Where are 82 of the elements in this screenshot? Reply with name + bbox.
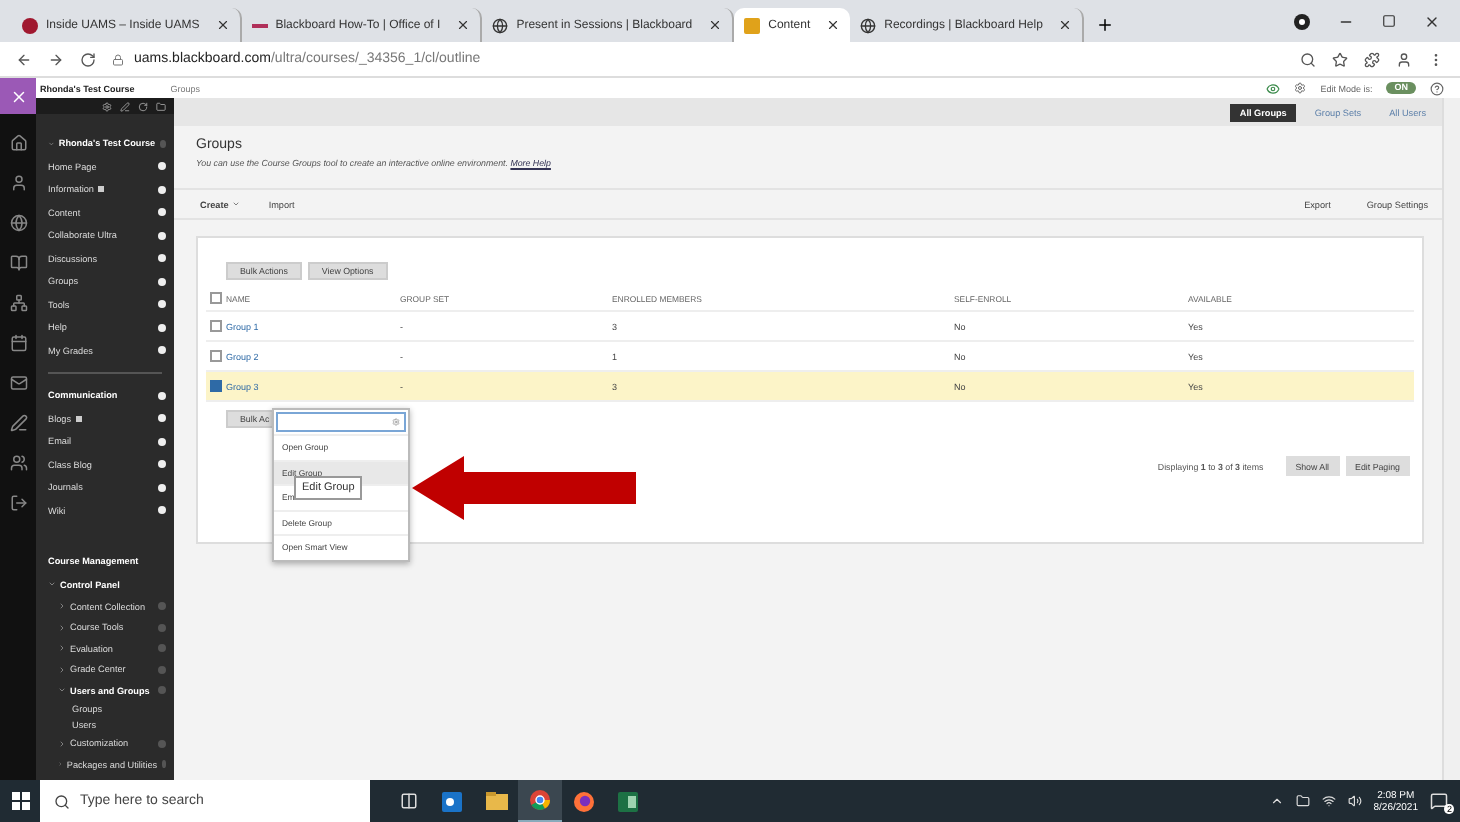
dot-icon [158,254,166,263]
dot-icon [158,391,166,400]
close-icon[interactable] [708,18,723,32]
calendar-icon[interactable] [9,334,27,352]
dot-icon [158,460,166,469]
dot-icon [158,414,166,423]
close-icon[interactable] [215,18,230,32]
dot-icon [158,437,166,446]
star-icon[interactable] [1332,51,1348,67]
dot-icon [158,623,166,632]
person-icon[interactable] [9,174,27,192]
logout-icon[interactable] [9,494,27,512]
profile-icon[interactable] [1396,51,1412,67]
dot-icon [158,346,166,355]
folder-icon[interactable] [485,792,507,810]
network-icon[interactable] [1321,794,1336,808]
dot-icon [158,506,166,515]
dot-icon [158,162,166,171]
help-icon[interactable] [1430,81,1444,95]
search-icon[interactable] [1300,51,1316,67]
dot-icon [158,686,166,695]
folder-icon[interactable] [156,101,166,111]
fox-browser-icon[interactable] [574,791,594,811]
eye-icon[interactable] [1266,81,1281,95]
people-icon[interactable] [9,454,27,472]
new-tab-icon[interactable] [1096,16,1115,34]
edit-icon[interactable] [9,414,27,432]
settings-icon [392,418,400,426]
dot-icon [161,760,166,769]
globe-icon[interactable] [9,214,27,232]
dot-icon [158,208,166,217]
record-icon[interactable] [1294,13,1310,29]
mail-icon[interactable] [9,374,27,392]
close-icon[interactable] [1424,13,1440,29]
arrow-icon [412,456,636,520]
forward-icon[interactable] [48,51,64,67]
dot-icon [158,231,166,240]
dot-icon [158,739,166,748]
refresh-icon[interactable] [138,101,148,111]
network-icon[interactable] [9,294,27,312]
checkbox[interactable] [210,350,222,362]
checkbox[interactable] [210,380,222,392]
close-icon [9,87,27,105]
home-icon[interactable] [9,134,27,152]
book-icon[interactable] [9,254,27,272]
back-icon[interactable] [16,51,32,67]
maximize-icon[interactable] [1382,14,1396,28]
checkbox[interactable] [210,292,222,304]
mail-app-icon[interactable] [442,791,462,811]
close-menu-button[interactable] [0,78,36,114]
close-icon[interactable] [1058,18,1073,32]
close-icon[interactable] [826,18,841,32]
spreadsheet-app-icon[interactable] [618,791,638,811]
close-icon[interactable] [456,18,471,32]
globe-icon [860,17,877,33]
dot-icon [158,665,166,674]
browser-icon[interactable] [530,790,550,810]
dot-icon [158,300,166,309]
puzzle-icon[interactable] [1364,51,1380,67]
settings-icon[interactable] [1294,82,1307,94]
dot-icon [158,185,166,194]
dot-icon [159,139,166,148]
dot-icon [158,323,166,332]
settings-icon[interactable] [102,101,112,111]
square-logo-icon [744,17,761,33]
search-icon [54,793,70,809]
dot-icon [158,277,166,286]
start-icon[interactable] [11,792,29,810]
circle-logo-icon [22,17,38,33]
task-view-icon[interactable] [399,792,417,810]
checkbox[interactable] [210,320,222,332]
lock-icon [112,53,124,65]
dot-icon [158,644,166,653]
menu-search-field[interactable] [276,412,406,432]
globe-icon [492,17,509,33]
notification-icon[interactable] [1430,792,1448,810]
dot-icon [158,602,166,611]
edit-icon[interactable] [120,101,130,111]
chevron-up-icon[interactable] [1269,794,1284,808]
volume-icon[interactable] [1347,794,1362,808]
dot-icon [158,483,166,492]
reload-icon[interactable] [80,51,96,67]
